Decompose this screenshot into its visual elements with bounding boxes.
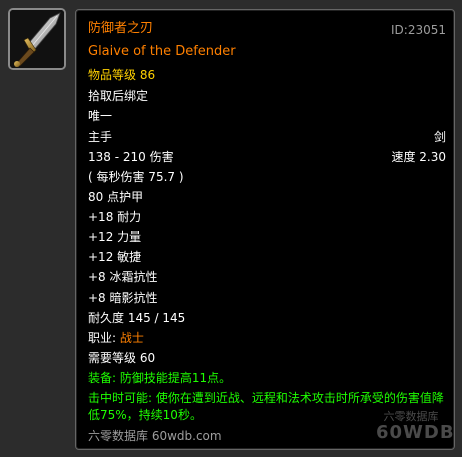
watermark-en: 60WDB [376, 422, 455, 443]
unique-tag: 唯一 [88, 109, 113, 123]
dps: ( 每秒伤害 75.7 ) [88, 170, 184, 184]
equip-slot: 主手 [88, 130, 113, 144]
stat-agility: +12 敏捷 [88, 250, 142, 264]
stat-shadow-resistance: +8 暗影抗性 [88, 291, 158, 305]
stat-frost-resistance: +8 冰霜抗性 [88, 270, 158, 284]
equip-effect: 装备: 防御技能提高11点。 [88, 371, 232, 385]
attack-speed: 速度 2.30 [391, 150, 446, 164]
class-value: 战士 [119, 331, 144, 345]
class-label: 职业: [88, 331, 117, 345]
stat-strength: +12 力量 [88, 230, 142, 244]
weapon-type: 剑 [433, 130, 446, 144]
chance-on-hit-effect-line2: 低75%，持续10秒。 [88, 408, 202, 422]
item-name-cn: 防御者之刃 [88, 21, 154, 36]
watermark-cn: 六零数据库 [383, 410, 439, 423]
durability: 耐久度 145 / 145 [88, 311, 186, 325]
chance-on-hit-effect-line1: 击中时可能: 使你在遭到近战、远程和法术攻击时所承受的伤害值降 [88, 391, 444, 405]
bind-type: 拾取后绑定 [88, 89, 149, 103]
armor-value: 80 点护甲 [88, 190, 144, 204]
item-level: 物品等级 86 [88, 68, 156, 82]
site-watermark: 六零数据库 60WDB [376, 410, 455, 443]
required-level: 需要等级 60 [88, 351, 156, 365]
item-name-en: Glaive of the Defender [88, 44, 236, 59]
class-requirement: 职业: 战士 [88, 331, 144, 345]
glaive-weapon-icon [8, 8, 66, 70]
item-id: ID:23051 [391, 23, 446, 37]
item-tooltip: 防御者之刃 ID:23051 Glaive of the Defender 物品… [75, 9, 455, 450]
source-credit: 六零数据库 60wdb.com [88, 429, 222, 443]
stat-stamina: +18 耐力 [88, 210, 142, 224]
damage-range: 138 - 210 伤害 [88, 150, 174, 164]
